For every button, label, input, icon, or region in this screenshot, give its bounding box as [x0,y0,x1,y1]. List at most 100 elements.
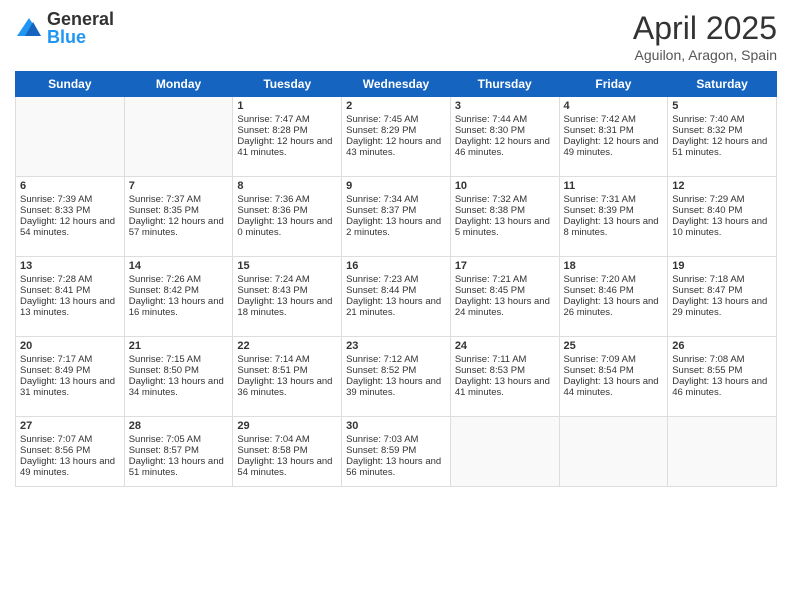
daylight-text: Daylight: 13 hours and 0 minutes. [237,216,337,238]
day-number: 14 [129,260,229,272]
day-number: 1 [237,100,337,112]
sunset-text: Sunset: 8:51 PM [237,365,337,376]
daylight-text: Daylight: 13 hours and 8 minutes. [564,216,664,238]
calendar-cell: 16Sunrise: 7:23 AMSunset: 8:44 PMDayligh… [342,257,451,337]
sunset-text: Sunset: 8:58 PM [237,445,337,456]
sunset-text: Sunset: 8:40 PM [672,205,772,216]
page: General Blue April 2025 Aguilon, Aragon,… [0,0,792,612]
daylight-text: Daylight: 13 hours and 36 minutes. [237,376,337,398]
daylight-text: Daylight: 13 hours and 18 minutes. [237,296,337,318]
day-number: 23 [346,340,446,352]
sunrise-text: Sunrise: 7:18 AM [672,274,772,285]
sunset-text: Sunset: 8:42 PM [129,285,229,296]
sunset-text: Sunset: 8:59 PM [346,445,446,456]
calendar-cell: 14 Sunrise: 7:26 AMSunset: 8:42 PMDayligh… [124,257,233,337]
day-number: 10 [455,180,555,192]
daylight-text: Daylight: 13 hours and 5 minutes. [455,216,555,238]
daylight-text: Daylight: 13 hours and 24 minutes. [455,296,555,318]
sunrise-text: Sunrise: 7:05 AM [129,434,229,445]
daylight-text: Daylight: 13 hours and 39 minutes. [346,376,446,398]
day-number: 25 [564,340,664,352]
daylight-text: Daylight: 12 hours and 43 minutes. [346,136,446,158]
sunset-text: Sunset: 8:31 PM [564,125,664,136]
day-number: 3 [455,100,555,112]
day-number: 6 [20,180,120,192]
sunset-text: Sunset: 8:41 PM [20,285,120,296]
calendar-cell: 20Sunrise: 7:17 AMSunset: 8:49 PMDayligh… [16,337,125,417]
sunrise-text: Sunrise: 7:44 AM [455,114,555,125]
calendar-cell [16,97,125,177]
sunrise-text: Sunrise: 7:15 AM [129,354,229,365]
day-header-wednesday: Wednesday [342,72,451,97]
sunset-text: Sunset: 8:44 PM [346,285,446,296]
sunrise-text: Sunrise: 7:20 AM [564,274,664,285]
day-number: 9 [346,180,446,192]
sunset-text: Sunset: 8:30 PM [455,125,555,136]
day-number: 20 [20,340,120,352]
day-number: 27 [20,420,120,432]
calendar-cell: 12Sunrise: 7:29 AMSunset: 8:40 PMDayligh… [668,177,777,257]
day-number: 29 [237,420,337,432]
daylight-text: Daylight: 13 hours and 34 minutes. [129,376,229,398]
day-number: 26 [672,340,772,352]
sunset-text: Sunset: 8:43 PM [237,285,337,296]
sunset-text: Sunset: 8:47 PM [672,285,772,296]
week-row-1: 1Sunrise: 7:47 AMSunset: 8:28 PMDaylight… [16,97,777,177]
logo-general-text: General [47,10,114,28]
calendar-cell: 30Sunrise: 7:03 AMSunset: 8:59 PMDayligh… [342,417,451,487]
sunset-text: Sunset: 8:46 PM [564,285,664,296]
logo-icon [15,14,43,42]
day-number: 30 [346,420,446,432]
daylight-text: Daylight: 12 hours and 57 minutes. [129,216,229,238]
calendar-cell [124,97,233,177]
calendar-title: April 2025 [633,10,777,47]
calendar-cell: 6 Sunrise: 7:39 AMSunset: 8:33 PMDaylight… [16,177,125,257]
sunrise-text: Sunrise: 7:14 AM [237,354,337,365]
calendar-cell: 22 Sunrise: 7:14 AMSunset: 8:51 PMDayligh… [233,337,342,417]
calendar-cell [668,417,777,487]
sunrise-text: Sunrise: 7:09 AM [564,354,664,365]
calendar-cell: 29Sunrise: 7:04 AMSunset: 8:58 PMDayligh… [233,417,342,487]
sunrise-text: Sunrise: 7:23 AM [346,274,446,285]
day-header-tuesday: Tuesday [233,72,342,97]
day-number: 18 [564,260,664,272]
daylight-text: Daylight: 12 hours and 54 minutes. [20,216,120,238]
sunset-text: Sunset: 8:36 PM [237,205,337,216]
sunrise-text: Sunrise: 7:21 AM [455,274,555,285]
logo: General Blue [15,10,114,46]
daylight-text: Daylight: 12 hours and 41 minutes. [237,136,337,158]
sunset-text: Sunset: 8:33 PM [20,205,120,216]
sunset-text: Sunset: 8:56 PM [20,445,120,456]
calendar-cell: 5Sunrise: 7:40 AMSunset: 8:32 PMDaylight… [668,97,777,177]
daylight-text: Daylight: 13 hours and 21 minutes. [346,296,446,318]
sunrise-text: Sunrise: 7:37 AM [129,194,229,205]
day-number: 11 [564,180,664,192]
sunrise-text: Sunrise: 7:24 AM [237,274,337,285]
sunset-text: Sunset: 8:50 PM [129,365,229,376]
calendar-cell: 17Sunrise: 7:21 AMSunset: 8:45 PMDayligh… [450,257,559,337]
day-number: 12 [672,180,772,192]
calendar-cell [450,417,559,487]
daylight-text: Daylight: 13 hours and 16 minutes. [129,296,229,318]
sunrise-text: Sunrise: 7:07 AM [20,434,120,445]
daylight-text: Daylight: 13 hours and 31 minutes. [20,376,120,398]
sunset-text: Sunset: 8:39 PM [564,205,664,216]
sunset-text: Sunset: 8:28 PM [237,125,337,136]
calendar-cell: 11 Sunrise: 7:31 AMSunset: 8:39 PMDayligh… [559,177,668,257]
day-number: 8 [237,180,337,192]
sunrise-text: Sunrise: 7:31 AM [564,194,664,205]
day-number: 22 [237,340,337,352]
day-number: 17 [455,260,555,272]
logo-text: General Blue [47,10,114,46]
day-header-sunday: Sunday [16,72,125,97]
calendar-table: SundayMondayTuesdayWednesdayThursdayFrid… [15,71,777,487]
sunrise-text: Sunrise: 7:26 AM [129,274,229,285]
sunset-text: Sunset: 8:29 PM [346,125,446,136]
daylight-text: Daylight: 13 hours and 44 minutes. [564,376,664,398]
daylight-text: Daylight: 12 hours and 51 minutes. [672,136,772,158]
sunrise-text: Sunrise: 7:17 AM [20,354,120,365]
sunrise-text: Sunrise: 7:12 AM [346,354,446,365]
daylight-text: Daylight: 13 hours and 41 minutes. [455,376,555,398]
sunrise-text: Sunrise: 7:39 AM [20,194,120,205]
daylight-text: Daylight: 12 hours and 46 minutes. [455,136,555,158]
